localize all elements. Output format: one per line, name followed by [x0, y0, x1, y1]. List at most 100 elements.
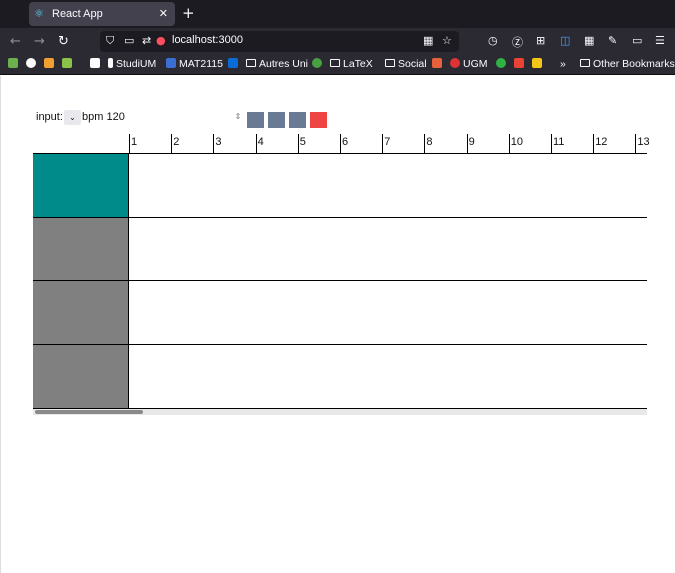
track-lane[interactable]	[129, 154, 647, 217]
bookmark-overleaf-icon[interactable]	[312, 58, 325, 70]
bookmark-folder-autres-uni[interactable]: Autres Uni	[246, 58, 308, 70]
bookmark-notion-icon[interactable]	[90, 58, 103, 70]
ruler-tick	[382, 134, 384, 154]
pen-icon[interactable]: ✎	[608, 34, 617, 47]
ruler-tick-label: 12	[595, 136, 608, 148]
bookmark-label: Social	[398, 58, 427, 70]
bookmark-gmail-icon[interactable]	[514, 58, 527, 70]
text-icon[interactable]: ⊞	[536, 34, 545, 47]
bookmark-studium[interactable]: StudiUM	[108, 58, 156, 70]
sequencer-grid: 1 2 3 4 5 6 7 8 9 10 11 12 13	[33, 131, 650, 416]
bookmark-label: MAT2115	[179, 58, 223, 70]
bpm-stepper[interactable]: ⇕	[233, 110, 243, 124]
ruler-tick	[424, 134, 426, 154]
bookmark-w-icon[interactable]	[62, 58, 75, 70]
control-button-1[interactable]	[247, 112, 264, 128]
grid-icon[interactable]: ▦	[584, 34, 594, 47]
tab-bar: ⚛ React App ✕ +	[0, 0, 675, 28]
url-text[interactable]: localhost:3000	[172, 34, 243, 46]
ruler-tick-label: 7	[384, 136, 391, 148]
ruler-tick-label: 6	[342, 136, 349, 148]
ruler-tick	[466, 134, 468, 154]
close-icon[interactable]: ✕	[159, 7, 168, 20]
beat-ruler: 1 2 3 4 5 6 7 8 9 10 11 12 13	[128, 131, 650, 154]
track-header[interactable]	[33, 344, 129, 408]
back-icon[interactable]: ←	[10, 34, 21, 49]
ruler-tick-label: 2	[173, 136, 180, 148]
window-icon[interactable]: ▭	[632, 34, 642, 47]
bookmark-outlook-icon[interactable]	[228, 58, 241, 70]
microphone-icon[interactable]: ●	[156, 34, 166, 47]
track-header[interactable]	[33, 154, 129, 217]
history-icon[interactable]: ◷	[488, 34, 498, 47]
folder-icon	[246, 59, 256, 67]
ruler-tick	[171, 134, 173, 154]
bookmark-person-icon[interactable]	[8, 58, 21, 70]
scroll-thumb[interactable]	[35, 410, 143, 414]
ruler-tick	[551, 134, 552, 154]
track-row	[33, 280, 647, 344]
nav-toolbar: ← → ↻ ⛉ ▭ ⇄ ● localhost:3000 ▦ ☆ ◷ Ⓩ ⊞ ◫…	[0, 28, 675, 55]
track-header[interactable]	[33, 217, 129, 281]
bookmark-clock-icon[interactable]	[26, 58, 39, 70]
zotero-icon[interactable]: Ⓩ	[512, 34, 523, 50]
track-row	[33, 153, 647, 217]
control-button-4[interactable]	[310, 112, 327, 128]
bookmark-folder-social[interactable]: Social	[385, 58, 427, 70]
extension-icon[interactable]: ◫	[560, 34, 570, 47]
control-button-3[interactable]	[289, 112, 306, 128]
input-select[interactable]: ⌄	[64, 110, 81, 125]
bookmark-green-icon[interactable]	[496, 58, 509, 70]
chevron-overflow-icon[interactable]: »	[560, 58, 566, 70]
bookmark-label: Other Bookmarks	[593, 58, 675, 70]
star-icon[interactable]: ☆	[442, 34, 452, 47]
bookmark-label: UGM	[463, 58, 488, 70]
shield-icon[interactable]: ⛉	[106, 34, 114, 48]
input-label: input:	[36, 111, 63, 123]
folder-icon	[580, 59, 590, 67]
ruler-tick	[340, 134, 341, 154]
qr-icon[interactable]: ▦	[423, 34, 433, 47]
track-lane[interactable]	[129, 217, 647, 281]
bookmark-folder-other[interactable]: Other Bookmarks	[580, 58, 675, 70]
bookmark-p-icon[interactable]	[44, 58, 57, 70]
browser-tab[interactable]: ⚛ React App ✕	[29, 2, 175, 26]
bookmark-label: LaTeX	[343, 58, 373, 70]
tab-title: React App	[52, 8, 103, 20]
url-bar[interactable]: ⛉ ▭ ⇄ ● localhost:3000 ▦ ☆	[100, 31, 459, 52]
new-tab-icon[interactable]: +	[182, 4, 195, 22]
track-lane[interactable]	[129, 344, 647, 408]
ruler-tick	[129, 134, 130, 154]
page-icon[interactable]: ▭	[124, 34, 134, 47]
permissions-icon[interactable]: ⇄	[142, 34, 151, 47]
track-row	[33, 216, 647, 281]
ruler-tick	[297, 134, 299, 154]
react-icon: ⚛	[34, 7, 44, 20]
track-header[interactable]	[33, 281, 129, 344]
control-button-2[interactable]	[268, 112, 285, 128]
bookmark-a-icon[interactable]	[432, 58, 445, 70]
track-lane[interactable]	[129, 281, 647, 344]
ruler-tick	[593, 134, 595, 154]
ruler-tick-label: 3	[215, 136, 222, 148]
forward-icon[interactable]: →	[34, 34, 45, 49]
ruler-tick	[508, 134, 510, 154]
bpm-label: bpm 120	[82, 111, 125, 123]
page-content: input: ⌄ bpm 120 ⇕ 1 2 3 4 5 6 7 8 9 10 11 12 13	[0, 76, 675, 573]
ruler-tick	[213, 134, 215, 154]
ruler-tick-label: 5	[299, 136, 306, 148]
ruler-tick	[635, 134, 637, 154]
horizontal-scrollbar[interactable]	[33, 408, 647, 415]
bookmark-ugm[interactable]: UGM	[450, 58, 488, 70]
bookmark-mat2115[interactable]: MAT2115	[166, 58, 223, 70]
bookmark-yellow-icon[interactable]	[532, 58, 545, 70]
reload-icon[interactable]: ↻	[58, 34, 69, 49]
ruler-tick-label: 11	[553, 136, 565, 148]
bookmarks-bar: StudiUM MAT2115 Autres Uni LaTeX Social …	[0, 55, 675, 75]
ruler-tick-label: 8	[426, 136, 433, 148]
menu-icon[interactable]: ☰	[655, 34, 665, 47]
bookmark-folder-latex[interactable]: LaTeX	[330, 58, 373, 70]
ruler-tick-label: 1	[131, 136, 138, 148]
chevron-down-icon: ⌄	[69, 113, 76, 122]
folder-icon	[330, 59, 340, 67]
